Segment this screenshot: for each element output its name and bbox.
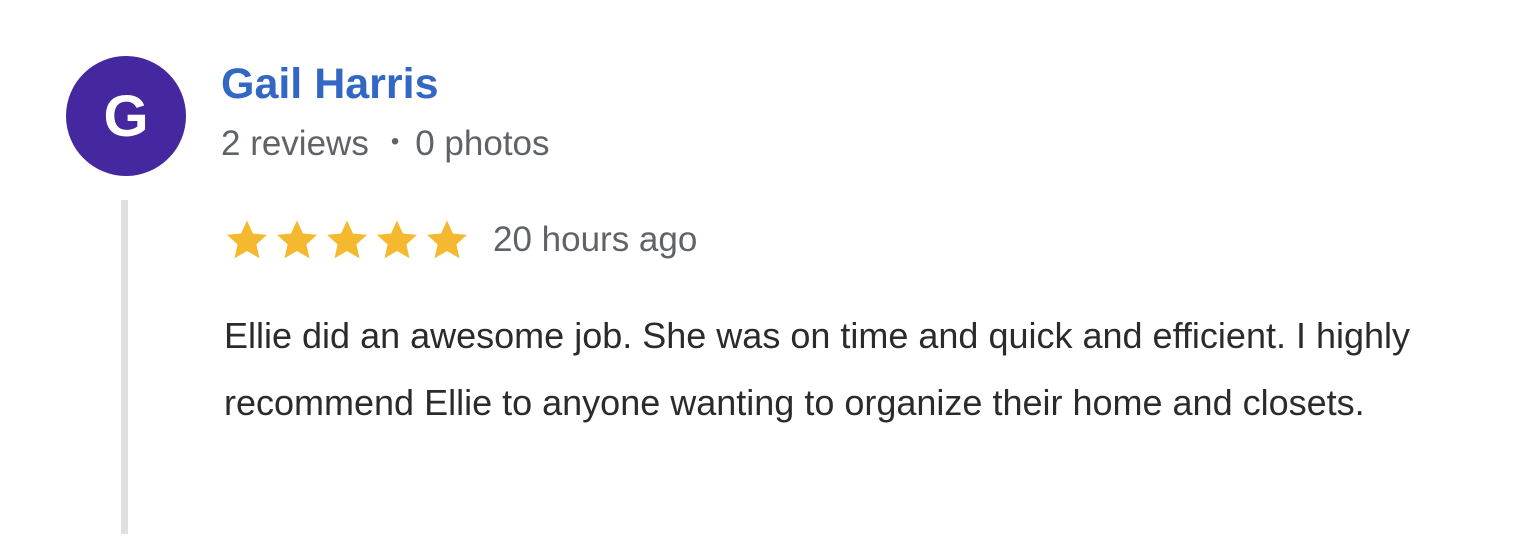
review-card: G Gail Harris 2 reviews • 0 photos 20 ho… xyxy=(0,0,1536,560)
star-icon xyxy=(427,220,467,259)
star-rating xyxy=(223,216,473,264)
avatar-initial: G xyxy=(103,83,149,149)
reviewer-name[interactable]: Gail Harris xyxy=(221,60,439,109)
star-icon xyxy=(327,220,367,259)
review-count: 2 reviews xyxy=(221,124,369,163)
star-icon xyxy=(227,220,267,259)
star-icon xyxy=(277,220,317,259)
review-text: Ellie did an awesome job. She was on tim… xyxy=(224,315,1411,423)
review-timestamp: 20 hours ago xyxy=(493,220,698,259)
thread-bar xyxy=(121,200,128,534)
star-icon xyxy=(377,220,417,259)
photo-count: 0 photos xyxy=(415,124,550,163)
avatar[interactable]: G xyxy=(66,56,186,176)
rating-row: 20 hours ago xyxy=(223,216,697,264)
reviewer-meta: 2 reviews • 0 photos xyxy=(221,124,550,164)
meta-separator: • xyxy=(390,128,400,155)
